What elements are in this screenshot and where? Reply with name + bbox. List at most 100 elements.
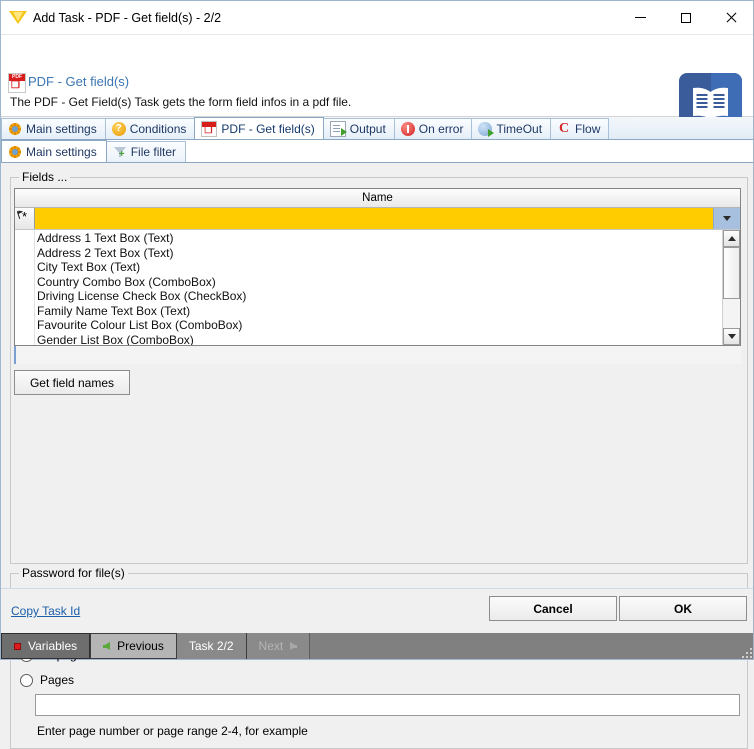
document-export-icon [329,121,347,137]
timeout-icon [478,122,495,137]
list-item[interactable]: Address 2 Text Box (Text) [35,246,722,261]
column-header-name: Name [362,192,393,204]
subtab-label: Main settings [26,144,97,159]
list-item[interactable]: Gender List Box (ComboBox) [35,333,722,346]
flow-icon: C [558,121,570,136]
previous-label: Previous [117,639,164,653]
close-button[interactable] [708,1,753,34]
statusbar-filler [310,633,753,659]
arrow-right-icon [290,642,298,650]
title-bar: Add Task - PDF - Get field(s) - 2/2 [1,1,753,35]
main-tab-strip: Main settings ? Conditions ❒ PDF - Get f… [1,117,753,140]
task-label: Task 2/2 [188,639,234,653]
add-task-dialog: Add Task - PDF - Get field(s) - 2/2 PDF ❒… [0,0,754,749]
tab-label: Main settings [26,122,97,136]
status-bar: Variables Previous Task 2/2 Next [1,633,753,659]
task-description: The PDF - Get Field(s) Task gets the for… [10,95,352,109]
statusbar-task-indicator: Task 2/2 [176,633,247,659]
statusbar-next-button[interactable]: Next [246,633,311,659]
cancel-label: Cancel [533,601,573,616]
list-item[interactable]: Favourite Colour List Box (ComboBox) [35,318,722,333]
tab-flow[interactable]: C Flow [550,118,610,139]
variables-label: Variables [28,639,78,653]
error-circle-icon [400,122,415,136]
close-icon [725,12,737,24]
dialog-footer: Copy Task Id Cancel OK [1,588,753,633]
maximize-icon [680,12,691,23]
grid-footer-strip [14,346,741,364]
fields-list[interactable]: Address 1 Text Box (Text) Address 2 Text… [35,230,722,345]
fields-grid-new-row[interactable]: * [15,208,740,230]
fields-group: Fields ... Name * Address 1 Text Box (Te… [10,170,748,564]
fields-group-title: Fields ... [19,170,71,184]
scroll-down-button[interactable] [723,328,740,345]
funnel-add-icon: + [113,145,127,160]
copy-task-id-link[interactable]: Copy Task Id [11,604,80,618]
gear-icon [8,122,22,136]
new-row-name-cell[interactable] [35,208,713,229]
gear-icon [8,144,22,159]
fields-grid-header: Name [15,189,740,208]
tab-label: Output [349,122,386,136]
statusbar-previous-button[interactable]: Previous [90,633,177,659]
new-row-dropdown-button[interactable] [713,208,740,229]
fields-list-scrollbar[interactable] [722,230,740,345]
subtab-file-filter[interactable]: + File filter [105,141,187,162]
minimize-button[interactable] [618,1,663,34]
scroll-up-button[interactable] [723,230,740,247]
maximize-button[interactable] [663,1,708,34]
caret-down-icon [727,334,736,339]
statusbar-variables-button[interactable]: Variables [1,633,91,659]
ok-button[interactable]: OK [619,596,747,621]
resize-grip-icon[interactable] [738,644,752,658]
ok-label: OK [674,601,692,616]
list-item[interactable]: Address 1 Text Box (Text) [35,231,722,246]
get-field-names-label: Get field names [29,375,115,390]
chevron-down-icon [723,216,731,221]
tab-on-error[interactable]: On error [393,118,473,139]
subtab-main-settings[interactable]: Main settings [1,140,107,162]
pages-input[interactable] [35,694,740,716]
tab-label: PDF - Get field(s) [221,121,315,136]
scrollbar-track[interactable] [723,247,740,328]
radio-pages[interactable]: Pages [20,673,74,687]
next-label: Next [258,639,284,653]
tab-label: Conditions [129,122,187,136]
cancel-button[interactable]: Cancel [489,596,617,621]
list-item[interactable]: Country Combo Box (ComboBox) [35,275,722,290]
sub-tab-strip: Main settings + File filter [1,140,753,163]
password-group-title: Password for file(s) [19,566,128,580]
new-row-asterisk: * [22,209,28,224]
caret-up-icon [727,236,736,241]
question-mark-icon: ? [111,122,126,136]
list-item[interactable]: City Text Box (Text) [35,260,722,275]
tab-timeout[interactable]: TimeOut [471,118,552,139]
red-square-icon [14,642,21,650]
task-header: PDF ❒ PDF - Get field(s) The PDF - Get Fi… [1,35,753,136]
fields-grid-body: Address 1 Text Box (Text) Address 2 Text… [15,230,740,345]
arrow-left-icon [103,642,111,650]
pdf-icon: ❒ [201,120,218,137]
page-range-hint: Enter page number or page range 2-4, for… [37,724,308,738]
radio-pages-label: Pages [40,673,75,687]
tab-conditions[interactable]: ? Conditions [104,118,196,139]
window-title: Add Task - PDF - Get field(s) - 2/2 [33,10,222,25]
list-item[interactable]: Driving License Check Box (CheckBox) [35,289,722,304]
tab-output[interactable]: Output [322,118,395,139]
fields-grid[interactable]: Name * Address 1 Text Box (Text) Address… [14,188,741,346]
pdf-icon: PDF ❒ [8,73,26,93]
radio-pages-indicator[interactable] [20,673,33,687]
row-header-new[interactable]: * [15,208,35,229]
list-item[interactable]: Family Name Text Box (Text) [35,304,722,319]
subtab-label: File filter [130,145,177,159]
minimize-icon [635,17,646,18]
scrollbar-thumb[interactable] [723,247,740,299]
dialog-body: Fields ... Name * Address 1 Text Box (Te… [1,163,753,749]
task-title: PDF - Get field(s) [28,74,130,89]
app-logo-icon [9,9,27,27]
get-field-names-button[interactable]: Get field names [14,370,130,395]
tab-pdf-get-fields[interactable]: ❒ PDF - Get field(s) [194,117,324,139]
tab-label: Flow [575,122,601,136]
grid-row-gutter [15,230,35,345]
tab-main-settings[interactable]: Main settings [1,118,106,139]
